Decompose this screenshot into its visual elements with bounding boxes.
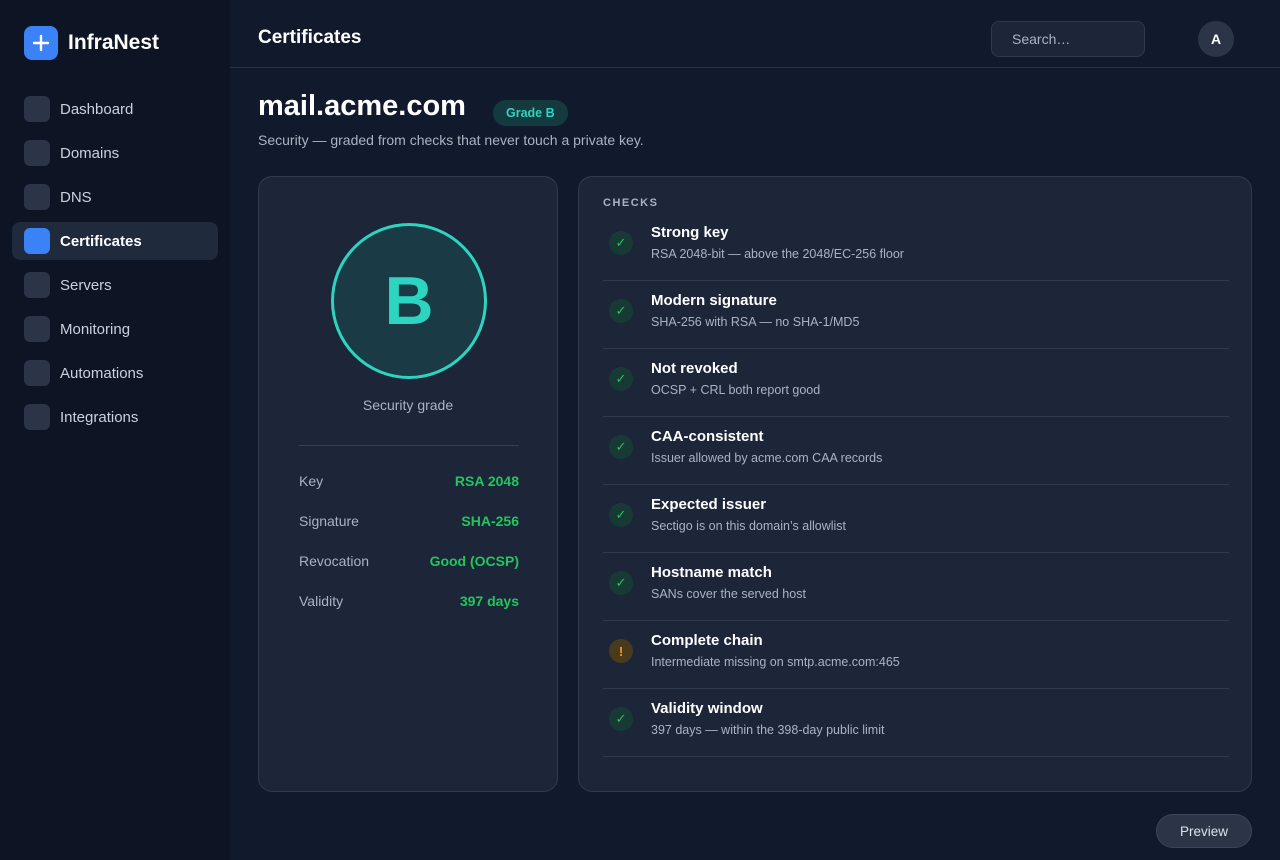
summary-value: 397 days xyxy=(459,593,519,609)
check-desc: Issuer allowed by acme.com CAA records xyxy=(651,451,883,465)
sidebar-item-certificates[interactable]: Certificates xyxy=(12,222,218,260)
summary-row-key: Key RSA 2048 xyxy=(299,473,519,513)
summary-value: Good (OCSP) xyxy=(429,553,519,569)
check-desc: RSA 2048-bit — above the 2048/EC-256 flo… xyxy=(651,247,904,261)
check-title: Hostname match xyxy=(651,564,772,581)
header-title: Certificates xyxy=(258,27,362,48)
grade-caption: Security grade xyxy=(362,397,454,413)
check-title: Validity window xyxy=(651,700,763,717)
sidebar-item-label: Integrations xyxy=(60,408,139,426)
sidebar-item-label: DNS xyxy=(60,188,92,206)
sidebar-item-dashboard[interactable]: Dashboard xyxy=(12,90,218,128)
grade-ring: B xyxy=(331,223,487,379)
check-row-strong-key: ✓ Strong key RSA 2048-bit — above the 20… xyxy=(603,213,1229,281)
sidebar-item-label: Domains xyxy=(60,144,120,162)
summary-value: SHA-256 xyxy=(461,513,519,529)
integrations-icon xyxy=(24,404,50,430)
search-input[interactable] xyxy=(991,21,1145,57)
check-row-complete-chain: ! Complete chain Intermediate missing on… xyxy=(603,621,1229,689)
sidebar-item-monitoring[interactable]: Monitoring xyxy=(12,310,218,348)
summary-label: Validity xyxy=(299,593,344,609)
check-row-not-revoked: ✓ Not revoked OCSP + CRL both report goo… xyxy=(603,349,1229,417)
servers-icon xyxy=(24,272,50,298)
grade-summary: Key RSA 2048 Signature SHA-256 Revocatio… xyxy=(299,473,519,633)
summary-row-revocation: Revocation Good (OCSP) xyxy=(299,553,519,593)
preview-button[interactable]: Preview xyxy=(1156,814,1252,848)
check-row-expected-issuer: ✓ Expected issuer Sectigo is on this dom… xyxy=(603,485,1229,553)
check-row-validity-window: ✓ Validity window 397 days — within the … xyxy=(603,689,1229,757)
check-icon: ✓ xyxy=(609,571,633,595)
check-row-caa-consistent: ✓ CAA-consistent Issuer allowed by acme.… xyxy=(603,417,1229,485)
check-title: Complete chain xyxy=(651,632,763,649)
page-title: mail.acme.com xyxy=(258,90,466,122)
check-icon: ✓ xyxy=(609,299,633,323)
check-desc: 397 days — within the 398-day public lim… xyxy=(651,723,885,737)
sidebar-item-label: Monitoring xyxy=(60,320,131,338)
checks-list: ✓ Strong key RSA 2048-bit — above the 20… xyxy=(603,213,1229,757)
summary-label: Revocation xyxy=(299,553,370,569)
avatar[interactable]: A xyxy=(1198,21,1234,57)
certificates-icon xyxy=(24,228,50,254)
check-row-hostname-match: ✓ Hostname match SANs cover the served h… xyxy=(603,553,1229,621)
dashboard-icon xyxy=(24,96,50,122)
check-row-modern-signature: ✓ Modern signature SHA-256 with RSA — no… xyxy=(603,281,1229,349)
sidebar-item-label: Certificates xyxy=(60,232,142,250)
dns-icon xyxy=(24,184,50,210)
top-header: Certificates A xyxy=(230,0,1280,68)
domains-icon xyxy=(24,140,50,166)
check-title: Expected issuer xyxy=(651,496,767,513)
sidebar-item-label: Automations xyxy=(60,364,144,382)
check-desc: Sectigo is on this domain’s allowlist xyxy=(651,519,847,533)
sidebar-item-servers[interactable]: Servers xyxy=(12,266,218,304)
sidebar-item-label: Dashboard xyxy=(60,100,134,118)
grade-letter: B xyxy=(384,263,434,339)
divider xyxy=(299,445,519,446)
brand-name: InfraNest xyxy=(68,31,160,54)
check-icon: ✓ xyxy=(609,367,633,391)
check-desc: SHA-256 with RSA — no SHA-1/MD5 xyxy=(651,315,860,329)
grade-badge: Grade B xyxy=(493,100,568,126)
warning-icon: ! xyxy=(609,639,633,663)
check-title: Not revoked xyxy=(651,360,738,377)
monitoring-icon xyxy=(24,316,50,342)
automations-icon xyxy=(24,360,50,386)
plus-icon xyxy=(24,26,58,60)
sidebar-item-dns[interactable]: DNS xyxy=(12,178,218,216)
check-title: Strong key xyxy=(651,224,729,241)
sidebar-nav: Dashboard Domains DNS Certificates Serve… xyxy=(12,90,218,442)
sidebar-item-domains[interactable]: Domains xyxy=(12,134,218,172)
summary-label: Key xyxy=(299,473,324,489)
sidebar-item-integrations[interactable]: Integrations xyxy=(12,398,218,436)
check-title: CAA-consistent xyxy=(651,428,764,445)
check-icon: ✓ xyxy=(609,231,633,255)
check-icon: ✓ xyxy=(609,435,633,459)
brand[interactable]: InfraNest xyxy=(24,26,159,60)
summary-row-validity: Validity 397 days xyxy=(299,593,519,633)
check-desc: Intermediate missing on smtp.acme.com:46… xyxy=(651,655,900,669)
summary-row-signature: Signature SHA-256 xyxy=(299,513,519,553)
checks-heading: CHECKS xyxy=(603,197,659,209)
summary-label: Signature xyxy=(299,513,359,529)
sidebar-item-automations[interactable]: Automations xyxy=(12,354,218,392)
summary-value: RSA 2048 xyxy=(454,473,519,489)
grade-card: B Security grade Key RSA 2048 Signature … xyxy=(258,176,558,792)
sidebar: InfraNest Dashboard Domains DNS Certific… xyxy=(0,0,230,860)
check-icon: ✓ xyxy=(609,707,633,731)
check-desc: SANs cover the served host xyxy=(651,587,806,601)
checks-card: CHECKS ✓ Strong key RSA 2048-bit — above… xyxy=(578,176,1252,792)
check-desc: OCSP + CRL both report good xyxy=(651,383,821,397)
check-title: Modern signature xyxy=(651,292,777,309)
check-icon: ✓ xyxy=(609,503,633,527)
sidebar-item-label: Servers xyxy=(60,276,112,294)
page-subtitle: Security — graded from checks that never… xyxy=(258,132,644,148)
